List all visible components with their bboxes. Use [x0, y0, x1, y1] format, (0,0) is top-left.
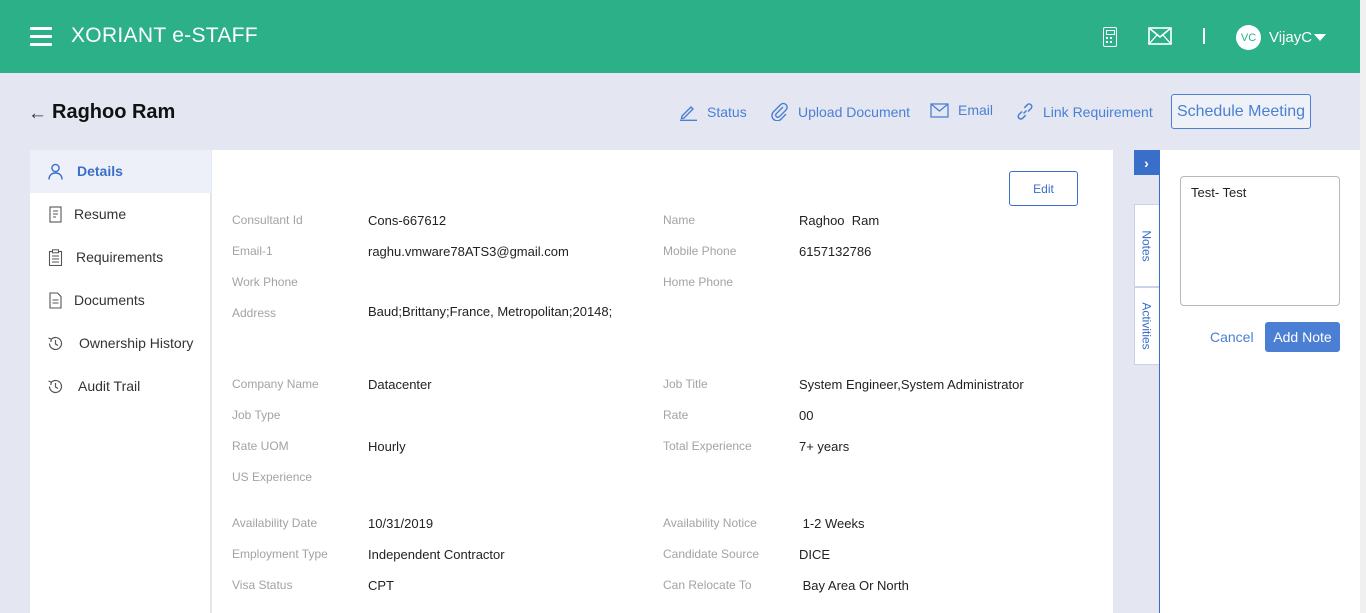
- side-tab-column: › Notes Activities: [1134, 150, 1159, 613]
- tab-notes[interactable]: Notes: [1134, 204, 1159, 287]
- add-note-button[interactable]: Add Note: [1265, 322, 1340, 352]
- field-label: Consultant Id: [232, 213, 303, 227]
- field-value: 00: [799, 408, 814, 423]
- field-value: Hourly: [368, 439, 406, 454]
- field-label: US Experience: [232, 470, 313, 484]
- email-label: Email: [958, 102, 994, 118]
- field-label: Employment Type: [232, 547, 328, 561]
- field-label: Mobile Phone: [663, 244, 737, 258]
- history-icon: [48, 336, 63, 351]
- field-value: Raghoo Ram: [799, 213, 880, 228]
- field-label: Availability Date: [232, 516, 318, 530]
- field-label: Email-1: [232, 244, 273, 258]
- field-value: Independent Contractor: [368, 547, 505, 562]
- field-label: Visa Status: [232, 578, 293, 592]
- status-button[interactable]: Status: [679, 102, 747, 121]
- field-value: 6157132786: [799, 244, 872, 259]
- history-icon: [48, 379, 63, 394]
- link-requirement-label: Link Requirement: [1043, 103, 1153, 120]
- link-requirement-button[interactable]: Link Requirement: [1016, 102, 1153, 121]
- sidebar-item-label: Documents: [74, 292, 145, 308]
- field-label: Availability Notice: [663, 516, 757, 530]
- menu-icon[interactable]: [30, 27, 52, 46]
- upload-document-button[interactable]: Upload Document: [771, 102, 910, 121]
- pencil-icon: [680, 106, 697, 121]
- field-value: 1-2 Weeks: [799, 516, 865, 531]
- field-value: System Engineer,System Administrator: [799, 377, 1024, 392]
- tab-notes-label: Notes: [1140, 229, 1155, 262]
- mail-icon[interactable]: [1148, 27, 1172, 45]
- sidebar-item-audit-trail[interactable]: Audit Trail: [30, 365, 211, 408]
- link-icon: [1017, 103, 1033, 120]
- field-label: Job Title: [663, 377, 708, 391]
- sidebar: Details Resume Requirements Documents Ow…: [30, 150, 211, 613]
- sidebar-item-label: Resume: [74, 206, 127, 222]
- field-value: raghu.vmware78ATS3@gmail.com: [368, 244, 569, 259]
- upload-document-label: Upload Document: [798, 103, 911, 120]
- file-icon: [49, 292, 62, 309]
- field-value: DICE: [799, 547, 831, 562]
- tab-activities-label: Activities: [1140, 302, 1154, 350]
- field-label: Rate UOM: [232, 439, 289, 453]
- field-label: Can Relocate To: [663, 578, 752, 592]
- sidebar-item-label: Details: [77, 163, 123, 179]
- field-label: Company Name: [232, 377, 319, 391]
- paperclip-icon: [771, 102, 788, 121]
- field-label: Name: [663, 213, 696, 227]
- schedule-meeting-button[interactable]: Schedule Meeting: [1171, 94, 1311, 129]
- cancel-button[interactable]: Cancel: [1210, 329, 1254, 345]
- field-value: Baud;Brittany;France, Metropolitan;20148…: [368, 304, 613, 319]
- notes-panel: Test- Test Cancel Add Note: [1159, 150, 1360, 613]
- details-panel: Edit Consultant Id Cons-667612 Name Ragh…: [212, 150, 1113, 613]
- sidebar-item-label: Ownership History: [79, 335, 194, 351]
- back-arrow-icon[interactable]: ←: [28, 103, 47, 125]
- app-title: XORIANT e-STAFF: [71, 24, 258, 47]
- sidebar-item-label: Requirements: [76, 249, 164, 265]
- sidebar-item-documents[interactable]: Documents: [30, 279, 211, 322]
- note-textarea[interactable]: Test- Test: [1180, 176, 1340, 306]
- calculator-icon[interactable]: [1103, 27, 1117, 47]
- chevron-down-icon[interactable]: [1314, 34, 1326, 41]
- status-label: Status: [707, 103, 747, 120]
- field-value: 7+ years: [799, 439, 850, 454]
- field-label: Candidate Source: [663, 547, 760, 561]
- sidebar-item-ownership-history[interactable]: Ownership History: [30, 322, 211, 365]
- field-value: CPT: [368, 578, 394, 593]
- field-label: Home Phone: [663, 275, 734, 289]
- page-scrollbar[interactable]: [1360, 0, 1366, 613]
- field-value: 10/31/2019: [368, 516, 434, 531]
- sidebar-item-requirements[interactable]: Requirements: [30, 236, 211, 279]
- envelope-icon: [930, 102, 949, 118]
- sidebar-item-resume[interactable]: Resume: [30, 193, 211, 236]
- email-button[interactable]: Email: [930, 102, 993, 118]
- sidebar-item-details[interactable]: Details: [30, 150, 211, 193]
- top-bar: XORIANT e-STAFF VC VijayC: [0, 0, 1360, 73]
- field-label: Work Phone: [232, 275, 298, 289]
- header-separator: [1203, 28, 1205, 44]
- chevron-right-icon[interactable]: ›: [1134, 150, 1159, 175]
- user-name[interactable]: VijayC: [1269, 29, 1312, 46]
- field-value: Bay Area Or North: [799, 578, 909, 593]
- field-value: Datacenter: [368, 377, 432, 392]
- document-icon: [49, 206, 62, 223]
- tab-activities[interactable]: Activities: [1134, 287, 1159, 365]
- clipboard-icon: [48, 249, 63, 266]
- field-label: Address: [232, 306, 277, 320]
- page-title: Raghoo Ram: [52, 101, 176, 123]
- field-value: Cons-667612: [368, 213, 447, 228]
- field-label: Total Experience: [663, 439, 752, 453]
- sidebar-item-label: Audit Trail: [78, 378, 141, 394]
- person-icon: [48, 163, 63, 180]
- edit-button[interactable]: Edit: [1009, 171, 1078, 206]
- avatar[interactable]: VC: [1236, 25, 1261, 50]
- field-label: Rate: [663, 408, 689, 422]
- field-label: Job Type: [232, 408, 281, 422]
